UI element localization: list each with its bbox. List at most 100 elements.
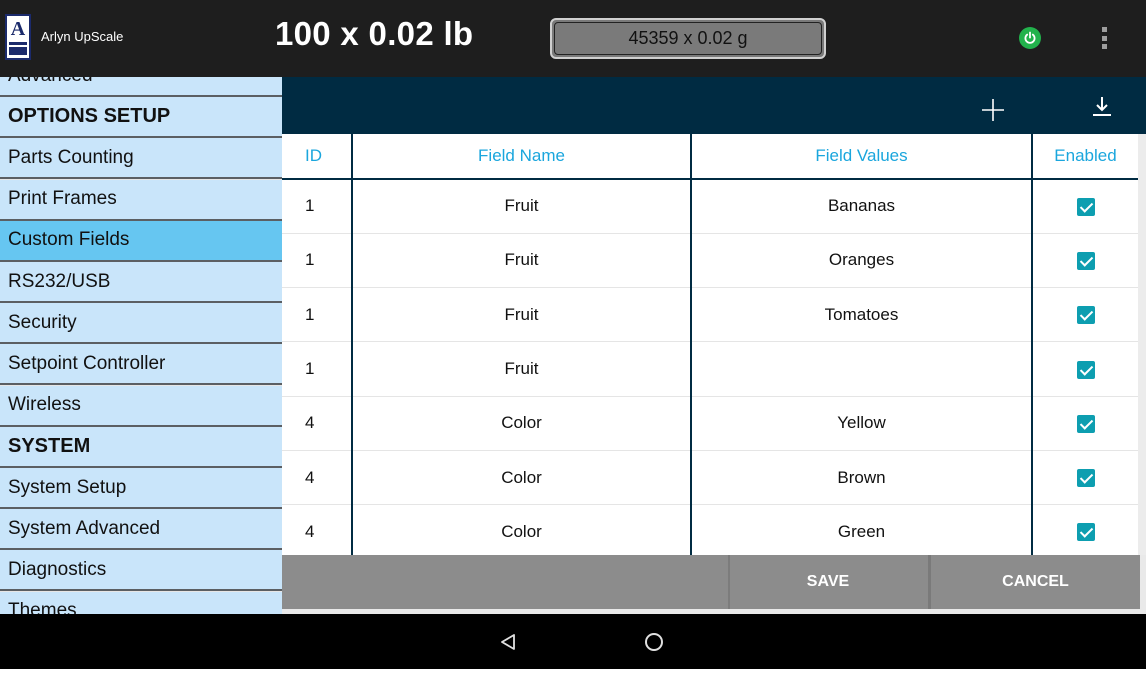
system-nav-bar [0, 614, 1146, 669]
save-button[interactable]: SAVE [728, 555, 926, 609]
cell-field-value[interactable]: Yellow [691, 396, 1033, 451]
cell-id[interactable]: 4 [282, 396, 353, 451]
table-toolbar [282, 77, 1146, 134]
table-scrollbar[interactable] [1138, 134, 1146, 555]
cell-field-value[interactable]: Oranges [691, 233, 1033, 289]
table-row[interactable]: 4 Color Green [282, 504, 1138, 555]
sidebar-item-rs232-usb[interactable]: RS232/USB [0, 262, 282, 303]
column-header-id[interactable]: ID [282, 134, 353, 180]
enabled-checkbox[interactable] [1076, 469, 1095, 488]
more-vert-icon[interactable] [1094, 25, 1114, 51]
home-icon[interactable] [645, 633, 663, 651]
table-row[interactable]: 1 Fruit [282, 341, 1138, 397]
weight-display-primary: 100 x 0.02 lb [275, 15, 474, 52]
cell-enabled [1032, 396, 1138, 451]
download-icon[interactable] [1091, 94, 1113, 120]
sidebar-item-system-setup[interactable]: System Setup [0, 468, 282, 509]
sidebar-item-label: Advanced [8, 77, 93, 87]
logo-rule [9, 42, 27, 45]
sidebar-item-label: SYSTEM [8, 434, 91, 457]
cell-id[interactable]: 1 [282, 179, 353, 234]
sidebar-item-system-advanced[interactable]: System Advanced [0, 509, 282, 551]
power-glyph [1024, 31, 1036, 44]
sidebar-item-print-frames[interactable]: Print Frames [0, 179, 282, 221]
cell-field-name[interactable]: Fruit [352, 233, 692, 289]
sidebar-item-label: Parts Counting [8, 146, 134, 168]
sidebar-item-label: Custom Fields [8, 229, 130, 251]
custom-fields-table: ID Field Name Field Values Enabled 1 Frui… [282, 134, 1138, 555]
cell-field-name[interactable]: Color [352, 450, 692, 506]
menu-dot [1101, 27, 1107, 32]
sidebar-item-label: OPTIONS SETUP [8, 105, 171, 128]
sidebar-item-security[interactable]: Security [0, 303, 282, 345]
cell-field-name[interactable]: Fruit [352, 341, 692, 397]
cell-field-name[interactable]: Color [352, 396, 692, 451]
column-header-field-name[interactable]: Field Name [352, 134, 692, 180]
sidebar-item-advanced[interactable]: Advanced [0, 77, 282, 97]
cell-id[interactable]: 4 [282, 450, 353, 506]
column-header-enabled[interactable]: Enabled [1032, 134, 1138, 180]
cell-field-value[interactable]: Bananas [691, 179, 1033, 234]
sidebar-item-diagnostics[interactable]: Diagnostics [0, 550, 282, 592]
sidebar-item-label: Print Frames [8, 188, 117, 210]
cell-enabled [1032, 179, 1138, 234]
weight-secondary-label: 45359 x 0.02 g [628, 28, 748, 48]
sidebar-item-parts-counting[interactable]: Parts Counting [0, 138, 282, 180]
sidebar[interactable]: Advanced OPTIONS SETUP Parts Counting Print… [0, 77, 282, 614]
cell-enabled [1032, 341, 1138, 397]
sidebar-item-label: Diagnostics [8, 558, 107, 580]
cell-field-value[interactable]: Green [691, 504, 1033, 555]
enabled-checkbox[interactable] [1076, 306, 1095, 325]
cell-field-value[interactable]: Tomatoes [691, 287, 1033, 343]
enabled-checkbox[interactable] [1076, 414, 1095, 433]
sidebar-item-label: Setpoint Controller [8, 352, 166, 374]
enabled-checkbox[interactable] [1076, 523, 1095, 542]
sidebar-item-label: System Advanced [8, 517, 161, 539]
table-header-row: ID Field Name Field Values Enabled [282, 134, 1138, 180]
table-row[interactable]: 4 Color Brown [282, 450, 1138, 506]
cell-id[interactable]: 1 [282, 287, 353, 343]
sidebar-item-wireless[interactable]: Wireless [0, 385, 282, 427]
power-icon[interactable] [1019, 27, 1041, 49]
table-row[interactable]: 4 Color Yellow [282, 396, 1138, 451]
add-icon[interactable] [979, 96, 1007, 124]
enabled-checkbox[interactable] [1076, 251, 1095, 270]
table-row[interactable]: 1 Fruit Bananas [282, 179, 1138, 234]
sidebar-item-label: RS232/USB [8, 270, 111, 292]
cell-id[interactable]: 1 [282, 233, 353, 289]
top-bar: A Arlyn UpScale 100 x 0.02 lb 45359 x 0.… [0, 0, 1146, 77]
column-header-field-values[interactable]: Field Values [691, 134, 1033, 180]
cancel-button[interactable]: CANCEL [928, 555, 1140, 609]
bottom-edge [0, 669, 1146, 673]
cell-field-value[interactable] [691, 341, 1033, 397]
enabled-checkbox[interactable] [1076, 360, 1095, 379]
sidebar-item-setpoint-controller[interactable]: Setpoint Controller [0, 344, 282, 386]
app-logo: A [5, 14, 31, 60]
cell-enabled [1032, 233, 1138, 289]
back-icon[interactable] [498, 632, 518, 652]
weight-display-secondary[interactable]: 45359 x 0.02 g [550, 18, 826, 59]
cell-id[interactable]: 1 [282, 341, 353, 397]
sidebar-section-system: SYSTEM [0, 426, 282, 468]
cell-field-name[interactable]: Fruit [352, 179, 692, 234]
sidebar-item-label: System Setup [8, 476, 127, 498]
logo-letter: A [10, 18, 26, 40]
cell-field-name[interactable]: Fruit [352, 287, 692, 343]
sidebar-item-label: Wireless [8, 394, 81, 416]
sidebar-item-themes[interactable]: Themes [0, 591, 282, 614]
logo-band [9, 47, 27, 55]
enabled-checkbox[interactable] [1076, 197, 1095, 216]
cell-enabled [1032, 287, 1138, 343]
cell-id[interactable]: 4 [282, 504, 353, 555]
cell-enabled [1032, 504, 1138, 555]
table-row[interactable]: 1 Fruit Oranges [282, 233, 1138, 289]
sidebar-item-custom-fields[interactable]: Custom Fields [0, 220, 282, 262]
sidebar-item-label: Themes [8, 600, 77, 614]
table-row[interactable]: 1 Fruit Tomatoes [282, 287, 1138, 343]
sidebar-item-label: Security [8, 311, 77, 333]
main-panel: ID Field Name Field Values Enabled 1 Frui… [282, 77, 1146, 614]
app-title: Arlyn UpScale [41, 29, 124, 44]
cell-field-name[interactable]: Color [352, 504, 692, 555]
cell-field-value[interactable]: Brown [691, 450, 1033, 506]
menu-dot [1101, 44, 1107, 49]
